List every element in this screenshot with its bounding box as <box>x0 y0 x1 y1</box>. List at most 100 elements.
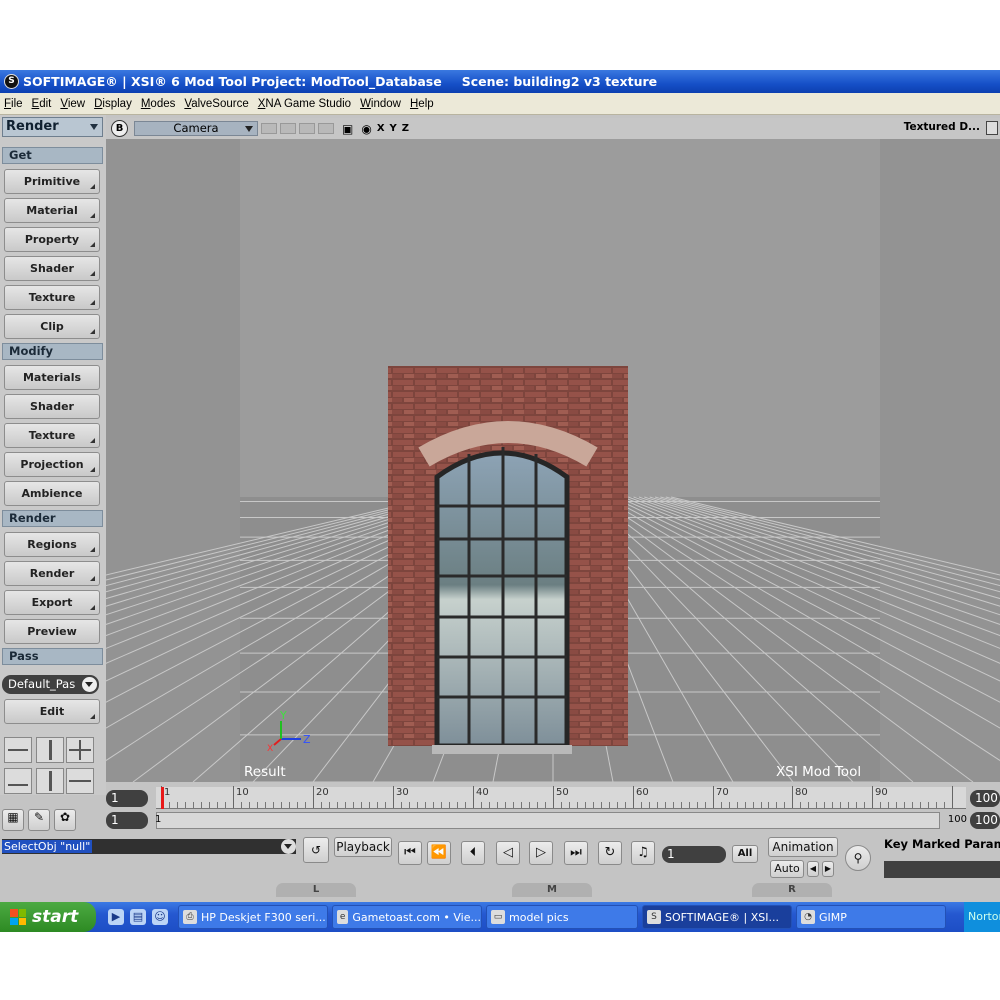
range-start-field[interactable]: 1 <box>106 812 148 829</box>
range-end-field[interactable]: 100 <box>970 812 1000 829</box>
pass-edit-button[interactable]: Edit <box>4 699 100 724</box>
next-key-arrow-icon[interactable]: ▶ <box>822 861 834 877</box>
clip-button[interactable]: Clip <box>4 314 100 339</box>
ruler-minor-tick <box>928 802 929 808</box>
axis-y-toggle[interactable]: Y <box>390 123 397 134</box>
timeline-ruler[interactable]: 1 10 20 30 40 50 60 70 80 90 <box>156 786 966 809</box>
layout-two-pane-icon[interactable] <box>36 737 64 763</box>
material-button[interactable]: Material <box>4 198 100 223</box>
current-frame-field[interactable]: 1 <box>662 846 726 863</box>
memo-cam-slot[interactable] <box>318 123 334 134</box>
memo-cam-slot[interactable] <box>280 123 296 134</box>
menu-window[interactable]: Window <box>360 98 401 110</box>
show-desktop-icon[interactable]: ▤ <box>130 909 146 925</box>
projection-button[interactable]: Projection <box>4 452 100 477</box>
maximize-viewport-icon[interactable] <box>986 121 998 135</box>
memo-cam-slot[interactable] <box>261 123 277 134</box>
playhead[interactable] <box>161 787 164 809</box>
audio-icon[interactable]: ♫ <box>631 841 655 865</box>
ruler-minor-tick <box>569 802 570 808</box>
messenger-icon[interactable]: ☺ <box>152 909 168 925</box>
task-gimp[interactable]: ◔ GIMP <box>796 905 946 929</box>
tool-wrench-icon[interactable]: ✎ <box>28 809 50 831</box>
panel-tab-r[interactable]: R <box>752 883 832 897</box>
task-model-pics[interactable]: ▭ model pics <box>486 905 638 929</box>
shader-button[interactable]: Shader <box>4 256 100 281</box>
section-pass[interactable]: Pass <box>2 648 103 665</box>
eye-icon[interactable]: ◉ <box>361 122 371 136</box>
layout-split-icon[interactable] <box>36 768 64 794</box>
all-button[interactable]: All <box>732 845 758 863</box>
shading-mode-menu[interactable]: Textured D... <box>904 121 980 133</box>
media-player-icon[interactable]: ▶ <box>108 909 124 925</box>
skip-back-icon[interactable]: ⏴ <box>461 841 485 865</box>
layout-timeline-icon[interactable] <box>4 768 32 794</box>
axis-x-toggle[interactable]: X <box>377 123 385 134</box>
ambience-button[interactable]: Ambience <box>4 481 100 506</box>
ruler-minor-tick <box>177 802 178 808</box>
modify-texture-button[interactable]: Texture <box>4 423 100 448</box>
start-button[interactable]: start <box>0 902 96 932</box>
property-button[interactable]: Property <box>4 227 100 252</box>
section-get[interactable]: Get <box>2 147 103 164</box>
playback-menu-button[interactable]: Playback <box>334 837 392 857</box>
menu-help[interactable]: Help <box>410 98 434 110</box>
camera-select[interactable]: Camera <box>134 121 258 136</box>
ruler-tick-label: 30 <box>396 787 409 798</box>
camera-view-icon[interactable]: ▣ <box>342 122 353 136</box>
menu-edit[interactable]: Edit <box>32 98 52 110</box>
play-backward-icon[interactable]: ◁ <box>496 841 520 865</box>
layout-four-pane-icon[interactable] <box>66 737 94 763</box>
prev-key-icon[interactable]: ⏪ <box>427 841 451 865</box>
command-line[interactable]: SelectObj "null" <box>2 839 296 854</box>
memo-cam-slot[interactable] <box>299 123 315 134</box>
panel-tab-l[interactable]: L <box>276 883 356 897</box>
menu-valvesource[interactable]: ValveSource <box>184 98 248 110</box>
menu-display[interactable]: Display <box>94 98 132 110</box>
viewport[interactable]: Y Z X Result XSI Mod Tool <box>106 139 1000 782</box>
axis-z-toggle[interactable]: Z <box>402 123 409 134</box>
texture-button[interactable]: Texture <box>4 285 100 310</box>
menu-view[interactable]: View <box>60 98 85 110</box>
chevron-down-icon[interactable] <box>281 839 296 854</box>
section-modify[interactable]: Modify <box>2 343 103 360</box>
prev-key-arrow-icon[interactable]: ◀ <box>807 861 819 877</box>
system-tray[interactable]: Norton <box>964 902 1000 932</box>
key-marked-parameters-field[interactable] <box>884 861 1000 878</box>
panel-tab-m[interactable]: M <box>512 883 592 897</box>
menu-xna-game-studio[interactable]: XNA Game Studio <box>258 98 351 110</box>
materials-button[interactable]: Materials <box>4 365 100 390</box>
first-frame-icon[interactable]: ⏮ <box>398 841 422 865</box>
pass-select[interactable]: Default_Pas <box>2 675 99 694</box>
play-forward-icon[interactable]: ▷ <box>529 841 553 865</box>
end-frame-field[interactable]: 100 <box>970 790 1000 807</box>
viewport-letter[interactable]: B <box>111 120 128 137</box>
ruler-minor-tick <box>169 802 170 808</box>
ruler-minor-tick <box>856 802 857 808</box>
key-icon[interactable]: ⚲ <box>845 845 871 871</box>
task-softimage[interactable]: S SOFTIMAGE® | XSI... <box>642 905 792 929</box>
render-button[interactable]: Render <box>4 561 100 586</box>
palette-icon[interactable]: ✿ <box>54 809 76 831</box>
loop-icon[interactable]: ↻ <box>598 841 622 865</box>
animation-menu-button[interactable]: Animation <box>768 837 838 857</box>
modify-shader-button[interactable]: Shader <box>4 394 100 419</box>
section-render[interactable]: Render <box>2 510 103 527</box>
auto-key-button[interactable]: Auto <box>770 860 804 878</box>
menu-file[interactable]: File <box>4 98 23 110</box>
regions-button[interactable]: Regions <box>4 532 100 557</box>
layout-curve-icon[interactable] <box>4 737 32 763</box>
layout-top-bottom-icon[interactable] <box>66 768 94 794</box>
menu-modes[interactable]: Modes <box>141 98 176 110</box>
primitive-button[interactable]: Primitive <box>4 169 100 194</box>
selection-tool-icon[interactable]: ▦ <box>2 809 24 831</box>
last-frame-icon[interactable]: ⏭ <box>564 841 588 865</box>
task-hp-deskjet[interactable]: ⎙ HP Deskjet F300 seri... <box>178 905 328 929</box>
task-gametoast[interactable]: e Gametoast.com • Vie... <box>332 905 482 929</box>
preview-button[interactable]: Preview <box>4 619 100 644</box>
script-editor-icon[interactable]: ↺ <box>303 837 329 863</box>
export-button[interactable]: Export <box>4 590 100 615</box>
start-frame-field[interactable]: 1 <box>106 790 148 807</box>
range-slider[interactable]: 1 100 <box>155 812 967 829</box>
mode-select[interactable]: Render <box>2 117 103 137</box>
